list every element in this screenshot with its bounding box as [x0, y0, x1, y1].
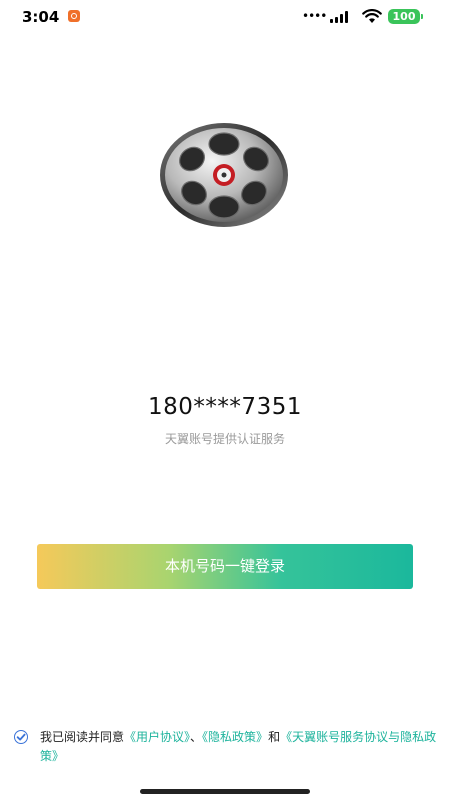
- one-click-login-button[interactable]: 本机号码一键登录: [37, 544, 413, 589]
- wifi-icon: [362, 9, 382, 23]
- checkbox-checked-icon[interactable]: [14, 730, 28, 744]
- battery-indicator: 100: [388, 9, 423, 24]
- agreement-and: 和: [268, 730, 281, 744]
- film-reel-icon: [160, 123, 288, 227]
- status-bar: 3:04 •••• 100: [0, 0, 450, 34]
- cellular-signal-icon: [330, 11, 350, 23]
- home-indicator[interactable]: [140, 789, 310, 794]
- agreement-prefix: 我已阅读并同意: [40, 730, 125, 744]
- app-notification-icon: [68, 10, 80, 22]
- agreement-text: 我已阅读并同意《用户协议》、《隐私政策》和《天翼账号服务协议与隐私政策》: [40, 728, 440, 766]
- status-time: 3:04: [22, 8, 60, 26]
- masked-phone-number: 180****7351: [148, 394, 302, 420]
- user-agreement-link[interactable]: 《用户协议》: [124, 730, 190, 744]
- agreement-separator: 、: [190, 730, 203, 744]
- auth-provider-text: 天翼账号提供认证服务: [164, 432, 285, 446]
- signal-dots-icon: ••••: [302, 9, 327, 23]
- privacy-policy-link[interactable]: 《隐私政策》: [202, 730, 268, 744]
